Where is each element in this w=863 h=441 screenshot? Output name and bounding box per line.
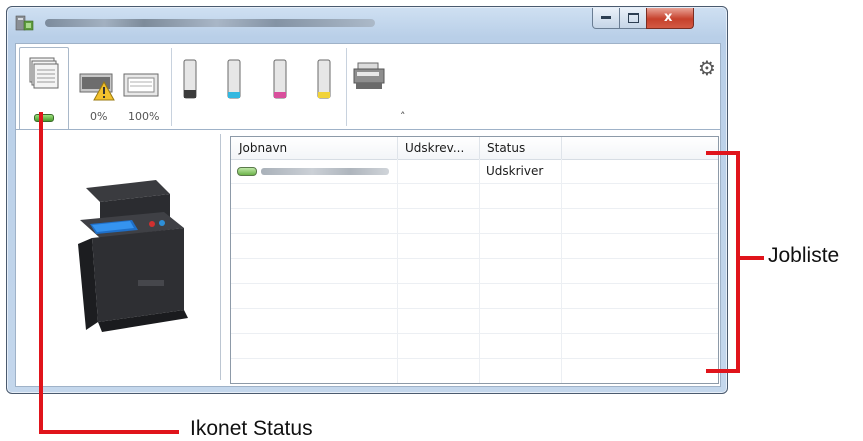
title-bar[interactable]: x: [7, 7, 727, 37]
printer-app-icon: [15, 15, 34, 31]
toner-black-icon: [183, 59, 197, 99]
column-header-jobname[interactable]: Jobnavn: [239, 141, 287, 155]
toner-yellow-icon: [317, 59, 331, 99]
tray-level-label: 0%: [90, 110, 108, 123]
column-header-printed[interactable]: Udskrev...: [405, 141, 464, 155]
tray-warning-icon: [79, 73, 115, 101]
column-header-status[interactable]: Status: [487, 141, 525, 155]
table-row-empty: [231, 309, 718, 334]
table-row-empty: [231, 234, 718, 259]
maximize-icon: [628, 13, 639, 23]
table-row-empty: [231, 184, 718, 209]
minimize-icon: [601, 16, 611, 19]
table-row-empty: [231, 284, 718, 309]
maximize-button[interactable]: [619, 8, 647, 29]
table-row-empty: [231, 209, 718, 234]
documents-stack-icon: [29, 57, 59, 89]
joblist-callout-label: Jobliste: [768, 244, 840, 267]
status-toolbar: 0% 100% ˄ ⚙: [15, 43, 721, 130]
toolbar-divider: [346, 48, 347, 126]
status-icon-pointer-vertical: [39, 112, 43, 434]
toner-cyan-icon: [227, 59, 241, 99]
chevron-up-icon[interactable]: ˄: [400, 110, 406, 123]
toner-magenta-icon: [273, 59, 287, 99]
job-printing-icon: [237, 167, 257, 176]
window-title: [45, 19, 375, 27]
column-divider[interactable]: [479, 137, 480, 159]
status-indicator-icon: [34, 114, 54, 122]
printer-mfp-icon[interactable]: [352, 60, 388, 92]
joblist-bracket-top: [706, 151, 740, 155]
job-status: Udskriver: [486, 164, 544, 178]
close-icon: x: [664, 10, 673, 25]
joblist-bracket-bottom: [706, 369, 740, 373]
joblist-bracket-vertical: [736, 151, 740, 373]
minimize-button[interactable]: [592, 8, 620, 29]
toolbar-divider: [171, 48, 172, 126]
job-list-header: Jobnavn Udskrev... Status: [231, 137, 718, 160]
close-button[interactable]: x: [646, 8, 694, 29]
tab-status[interactable]: [19, 47, 69, 130]
table-row-empty: [231, 259, 718, 284]
column-divider[interactable]: [397, 137, 398, 159]
tray-level-label: 100%: [128, 110, 160, 123]
gear-icon[interactable]: ⚙: [698, 56, 716, 80]
status-monitor-window: x 0% 100% ˄ ⚙ Jobnavn Udskrev... Status …: [6, 6, 728, 394]
column-divider[interactable]: [561, 137, 562, 159]
joblist-pointer: [738, 256, 764, 260]
job-list[interactable]: Jobnavn Udskrev... Status Udskriver: [230, 136, 719, 384]
paper-tray-icon: [123, 73, 159, 97]
table-row[interactable]: Udskriver: [231, 159, 718, 184]
main-panel: Jobnavn Udskrev... Status Udskriver: [15, 129, 721, 387]
job-name: [261, 168, 389, 175]
status-icon-callout-label: Ikonet Status: [190, 417, 313, 440]
printer-image: [78, 180, 188, 332]
pane-splitter[interactable]: [220, 134, 221, 380]
status-icon-pointer-horizontal: [39, 430, 179, 434]
table-row-empty: [231, 334, 718, 359]
